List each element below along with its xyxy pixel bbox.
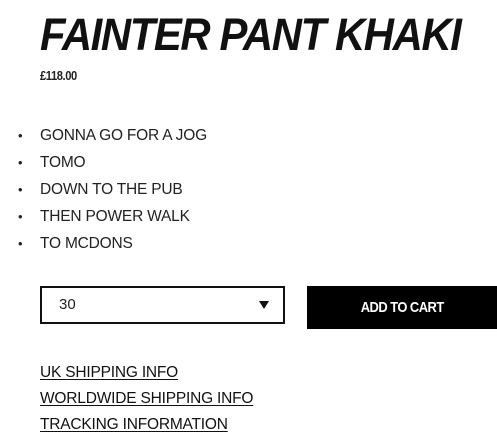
feature-item: • TO MCDONS <box>18 233 207 260</box>
add-to-cart-label: ADD TO CART <box>360 299 444 316</box>
size-select[interactable]: 30 <box>40 286 285 324</box>
feature-item: • THEN POWER WALK <box>18 206 207 233</box>
tracking-information-link[interactable]: TRACKING INFORMATION <box>40 414 253 435</box>
caret-down-icon <box>259 301 269 309</box>
bullet-icon: • <box>18 155 23 170</box>
product-page: FAINTER PANT KHAKI £118.00 • GONNA GO FOR… <box>0 0 497 435</box>
feature-item: • DOWN TO THE PUB <box>18 179 207 206</box>
feature-text: THEN POWER WALK <box>40 208 190 225</box>
feature-item: • TOMO <box>18 152 207 179</box>
product-title: FAINTER PANT KHAKI <box>40 9 462 60</box>
add-to-cart-button[interactable]: ADD TO CART <box>307 286 497 329</box>
worldwide-shipping-info-link[interactable]: WORLDWIDE SHIPPING INFO <box>40 388 253 414</box>
bullet-icon: • <box>18 236 23 251</box>
feature-item: • GONNA GO FOR A JOG <box>18 125 207 152</box>
uk-shipping-info-link[interactable]: UK SHIPPING INFO <box>40 362 253 388</box>
size-selected-value: 30 <box>59 296 76 313</box>
feature-text: TO MCDONS <box>40 235 133 252</box>
bullet-icon: • <box>18 209 23 224</box>
shipping-links: UK SHIPPING INFO WORLDWIDE SHIPPING INFO… <box>40 362 253 435</box>
bullet-icon: • <box>18 182 23 197</box>
feature-text: TOMO <box>40 154 86 171</box>
product-price: £118.00 <box>40 68 77 83</box>
feature-list: • GONNA GO FOR A JOG • TOMO • DOWN TO THE P… <box>18 125 207 260</box>
feature-text: DOWN TO THE PUB <box>40 181 183 198</box>
bullet-icon: • <box>18 128 23 143</box>
feature-text: GONNA GO FOR A JOG <box>40 127 207 144</box>
